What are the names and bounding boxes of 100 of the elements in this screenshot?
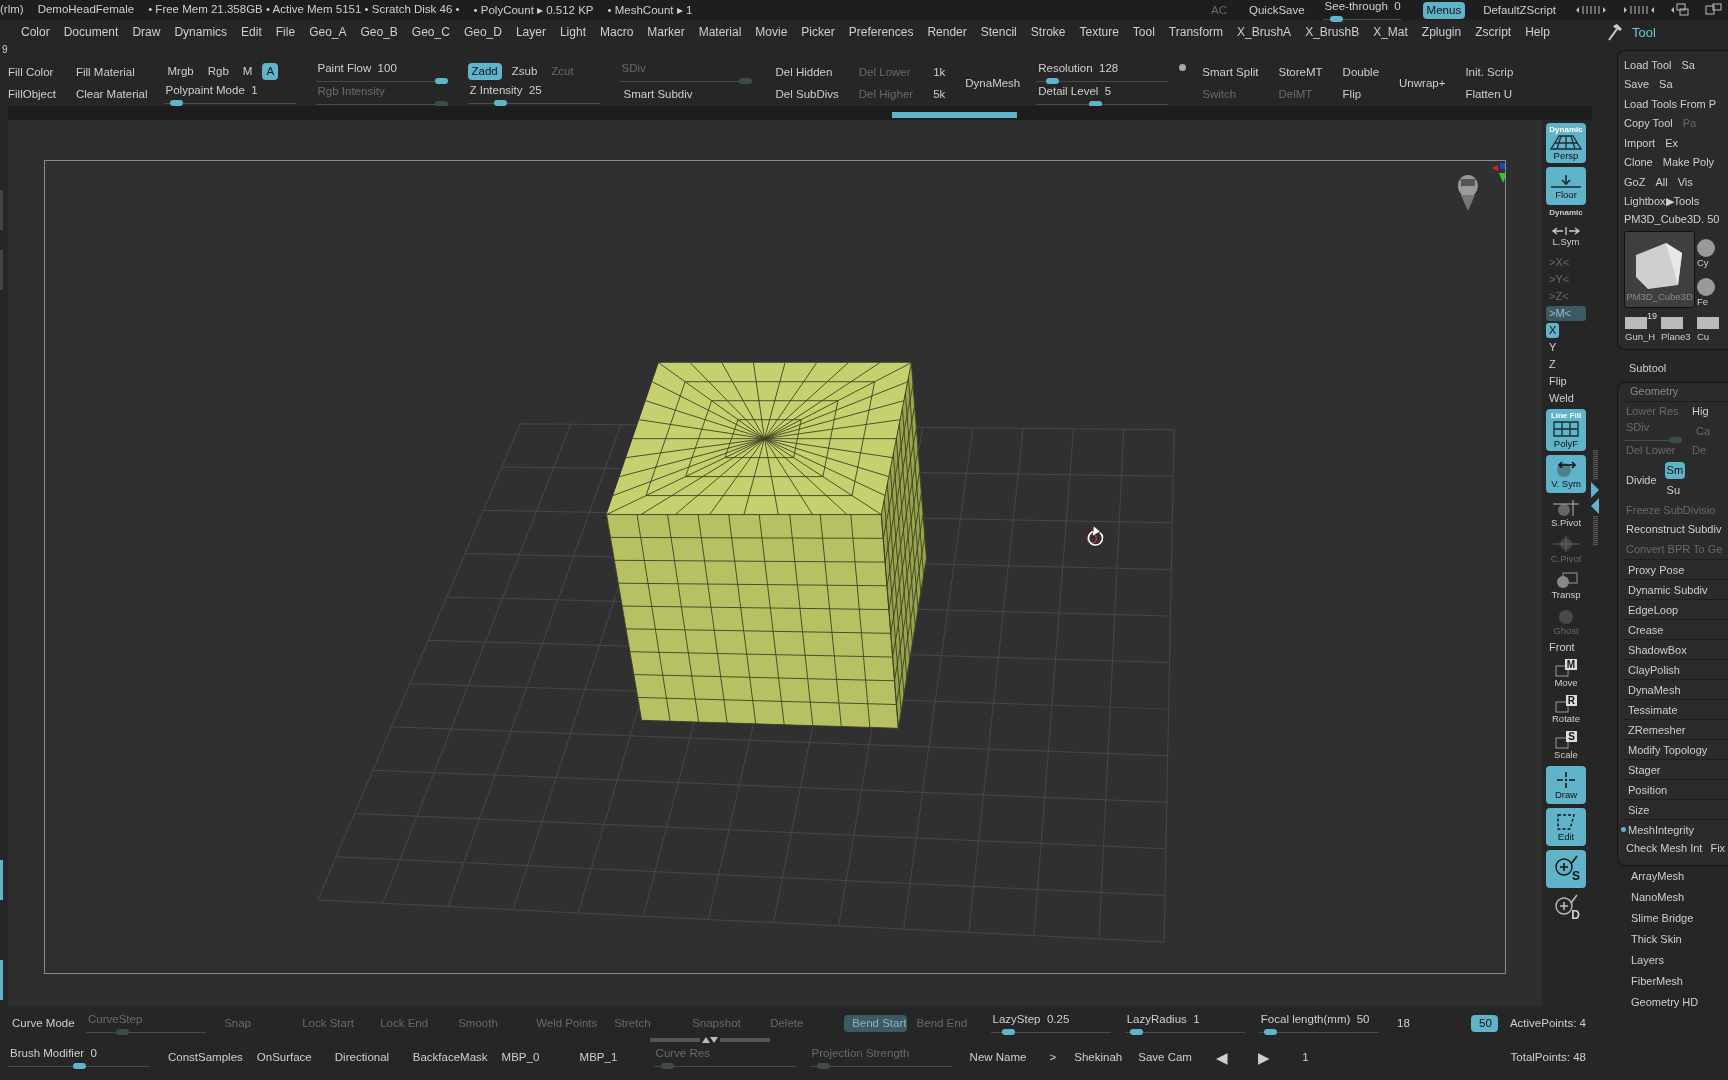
subpalette-header[interactable]: ArrayMesh [1617,865,1728,887]
slider[interactable]: Resolution 128 [1036,61,1187,82]
palette-button[interactable]: GoZ [1624,175,1646,188]
toggle-button[interactable]: A [262,63,279,80]
axis-gizmo-icon[interactable] [1491,163,1505,183]
subpalette-title[interactable]: Geometry [1624,383,1728,402]
arrow-button[interactable]: ▶ [1254,1048,1291,1066]
shelf-button[interactable]: Flatten U [1461,85,1517,103]
shelf-button[interactable]: Save Cam [1134,1048,1207,1066]
toggle-button[interactable]: X [1546,323,1560,338]
palette-button[interactable]: Vis [1677,175,1693,188]
subpalette-header[interactable]: Proxy Pose [1624,563,1685,576]
menu-item[interactable]: Help [1518,25,1557,39]
palette-button[interactable]: Save [1624,78,1650,91]
menu-item[interactable]: Color [14,25,57,39]
subpalette-header[interactable]: NanoMesh [1617,886,1728,908]
subpalette-header[interactable]: EdgeLoop [1624,603,1679,616]
menu-item[interactable]: Edit [234,25,269,39]
tool-button[interactable]: Transp [1546,568,1586,602]
subpalette-header[interactable]: Thick Skin [1617,928,1728,950]
toggle-button[interactable]: Sm [1664,462,1686,479]
tool-thumbnail[interactable]: 19 Gun_H [1624,309,1659,343]
subpalette-header[interactable]: Subtool [1617,350,1728,382]
splitter-handle-icon[interactable] [650,1036,770,1044]
menu-item[interactable]: Transform [1161,25,1231,39]
shelf-button[interactable]: BackfaceMask [408,1048,492,1066]
slider[interactable]: Polypaint Mode 1 [163,84,304,104]
shelf-button[interactable]: MBP_1 [575,1048,648,1066]
slider-thumb[interactable] [1089,100,1103,107]
palette-button[interactable]: Sa [1659,78,1673,91]
menu-item[interactable]: Render [920,25,974,39]
shelf-button[interactable]: StoreMT [1274,63,1327,81]
cube-drawing[interactable] [606,362,927,729]
palette-button[interactable]: Import [1624,136,1656,149]
toggle-button[interactable]: Su [1664,482,1686,499]
shelf-button[interactable]: Curve Mode [8,1014,80,1032]
slider[interactable]: Paint Flow 100 [315,61,456,82]
slider[interactable]: Detail Level 5 [1036,84,1177,105]
subpalette-header[interactable]: Size [1624,803,1650,816]
toggle-button[interactable]: Weld [1546,391,1586,406]
menu-item[interactable]: Material [691,25,749,39]
toggle-button[interactable]: Menus [1422,1,1466,19]
shelf-button[interactable]: Smart Subdiv [619,86,697,103]
toggle-button[interactable]: 50 [1471,1014,1498,1032]
subpalette-header[interactable]: MeshIntegrity [1624,823,1695,836]
shelf-button[interactable]: Divide [1624,472,1659,489]
menu-item[interactable]: Macro [592,25,641,39]
shelf-button[interactable]: Fill Color [4,63,58,81]
shelf-button[interactable]: DynaMesh [961,74,1025,92]
shelf-button[interactable]: 18 [1393,1014,1465,1032]
shelf-button[interactable]: Fix [1708,840,1728,858]
subpalette-header[interactable]: Dynamic Subdiv [1624,583,1708,596]
shelf-button[interactable]: 1k [929,63,950,81]
layout-toggle-icon[interactable] [1574,5,1608,15]
subpalette-header[interactable]: Position [1624,783,1668,796]
slider-thumb[interactable] [494,100,507,106]
menu-item[interactable]: Dynamics [167,25,235,39]
shelf-button[interactable]: Fill Material [71,63,139,81]
shelf-button[interactable]: Clear Material [71,85,152,103]
menu-item[interactable]: Stencil [973,25,1024,39]
shelf-button[interactable]: Reconstruct Subdiv [1624,521,1724,539]
arrow-button[interactable]: ◀ [1212,1048,1249,1066]
menu-item[interactable]: Texture [1072,25,1126,39]
menu-item[interactable]: Draw [125,25,168,39]
collapse-arrows-icon[interactable] [1591,480,1599,516]
shelf-button[interactable]: MBP_0 [497,1048,570,1066]
camera-head-icon[interactable] [1457,175,1478,211]
toggle-button[interactable]: Zadd [467,63,502,80]
slider[interactable]: Z Intensity 25 [467,84,608,104]
tool-button[interactable]: V. Sym [1546,455,1586,493]
palette-button[interactable]: Copy Tool [1624,117,1673,130]
shelf-button[interactable]: Init. Scrip [1461,63,1518,81]
palette-button[interactable]: Clone [1624,156,1653,169]
shelf-button[interactable]: DefaultZScript [1479,1,1560,19]
menu-item[interactable]: X_BrushA [1230,25,1299,39]
palette-title[interactable]: Tool [1632,24,1656,40]
tool-thumbnail[interactable]: Cu [1696,309,1728,343]
toggle-button[interactable]: Y [1546,340,1586,355]
subpalette-header[interactable]: Tessimate [1624,703,1678,716]
menu-item[interactable]: Layer [508,25,553,39]
menu-item[interactable]: Geo_B [353,25,405,39]
slider-thumb[interactable] [72,1063,86,1069]
slider-thumb[interactable] [1130,1029,1144,1035]
palette-button[interactable]: Lightbox▶Tools [1624,194,1700,208]
shelf-button[interactable]: Flip [1338,85,1366,103]
subpalette-header[interactable]: FiberMesh [1617,970,1728,992]
menu-item[interactable]: X_BrushB [1298,25,1367,39]
menu-item[interactable]: Zscript [1468,25,1519,39]
palette-button[interactable]: Ex [1665,136,1679,149]
scrollbar-grip[interactable] [1592,516,1598,546]
menu-item[interactable]: File [268,25,303,39]
shelf-button[interactable]: Del Hidden [771,63,837,81]
menu-item[interactable]: Zplugin [1414,25,1469,39]
slider[interactable]: LazyRadius 1 [1124,1013,1253,1033]
tool-button[interactable]: D [1546,891,1586,925]
slider-thumb[interactable] [1045,77,1059,84]
shelf-button[interactable]: Unwrap+ [1395,74,1450,92]
shelf-button[interactable]: QuickSave [1245,1,1309,19]
menu-item[interactable]: Geo_A [302,25,354,39]
menu-item[interactable]: Light [552,25,593,39]
